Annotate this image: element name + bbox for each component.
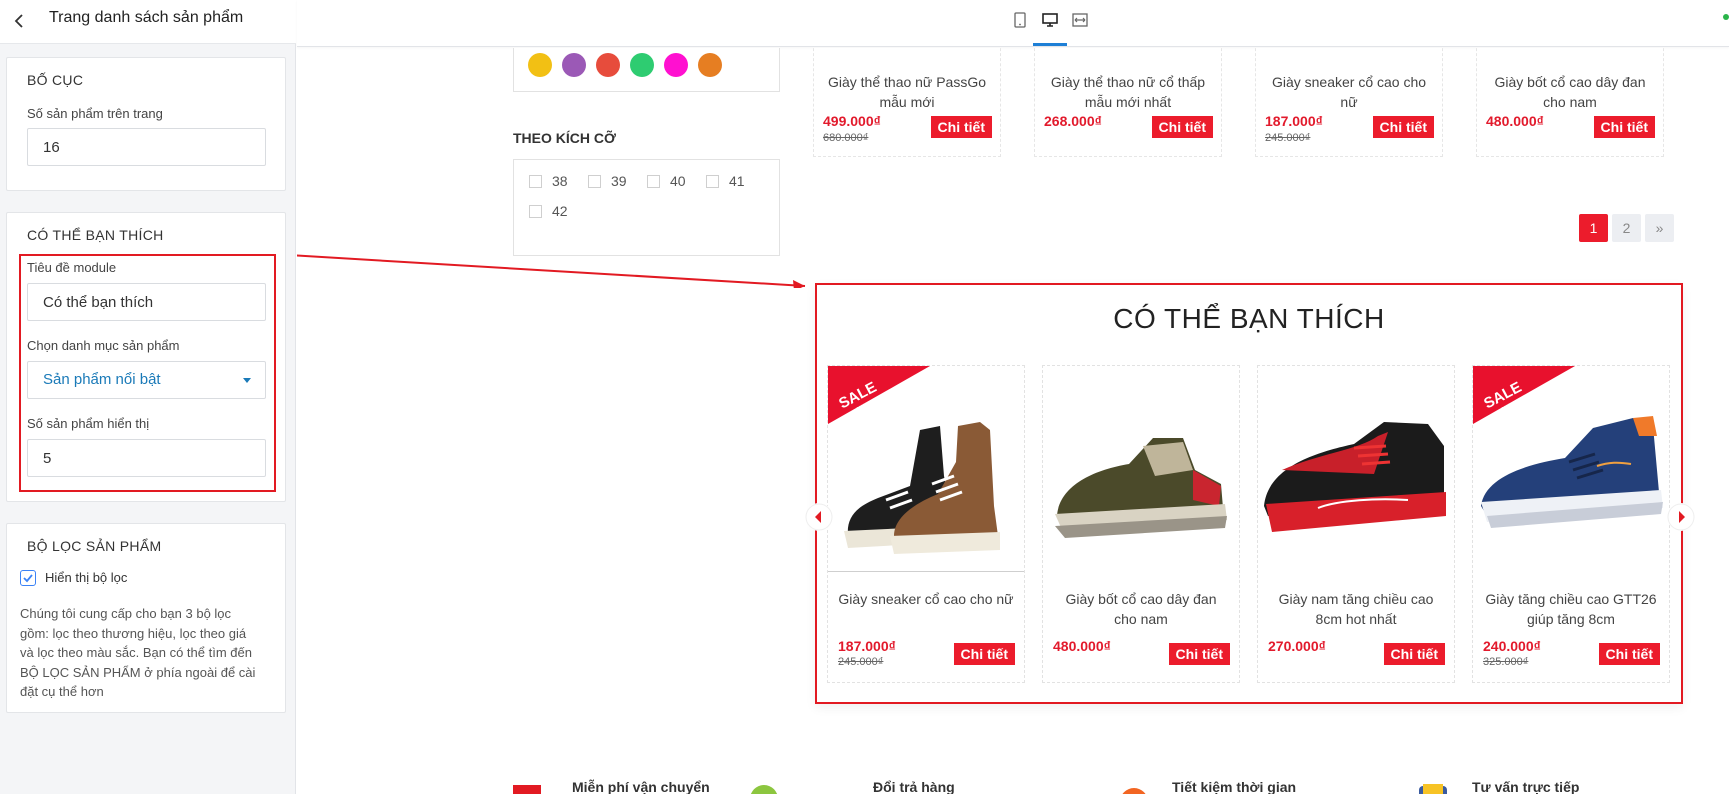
product-name[interactable]: Giày tăng chiều cao GTT26 giúp tăng 8cm <box>1473 589 1669 629</box>
filter-panel-title: BỘ LỌC SẢN PHẨM <box>27 538 162 554</box>
sidebar-title: Trang danh sách sản phẩm <box>49 9 244 26</box>
product-price: 268.000₫ <box>1044 113 1102 129</box>
product-name[interactable]: Giày thể thao nữ PassGo mẫu mới <box>814 72 1000 112</box>
product-old-price: 245.000₫ <box>838 656 884 668</box>
back-arrow-icon[interactable] <box>10 11 30 31</box>
product-price: 270.000₫ <box>1268 638 1326 654</box>
detail-button[interactable]: Chi tiết <box>953 643 1015 665</box>
may-like-product-card[interactable]: SALE ON NOW Giày sneaker cổ cao cho nữ 187.… <box>827 365 1025 683</box>
detail-button[interactable]: Chi tiết <box>1383 643 1445 665</box>
layout-panel-title: BỐ CỤC <box>27 72 84 88</box>
feature-free-shipping: Miễn phí vận chuyển <box>572 779 710 794</box>
sale-ribbon-icon: SALEON NOW <box>828 366 930 424</box>
product-name[interactable]: Giày sneaker cổ cao cho nữ <box>1256 72 1442 112</box>
product-image[interactable] <box>1258 366 1454 572</box>
next-page-button[interactable]: » <box>1645 214 1674 242</box>
layout-panel: BỐ CỤC Số sản phẩm trên trang <box>6 57 286 191</box>
product-name[interactable]: Giày bốt cổ cao dây đan cho nam <box>1477 72 1663 112</box>
product-image[interactable] <box>1043 366 1239 572</box>
product-name[interactable]: Giày bốt cổ cao dây đan cho nam <box>1043 589 1239 629</box>
page-button[interactable]: 1 <box>1579 214 1608 242</box>
detail-button[interactable]: Chi tiết <box>1151 116 1213 138</box>
preview-toolbar <box>297 0 1729 47</box>
product-old-price: 325.000₫ <box>1483 656 1529 668</box>
feature-return: Đổi trả hàng <box>873 779 955 794</box>
product-name[interactable]: Giày nam tăng chiều cao 8cm hot nhất <box>1258 589 1454 629</box>
product-name[interactable]: Giày sneaker cổ cao cho nữ <box>828 589 1024 609</box>
app-root: Trang danh sách sản phẩm BỐ CỤC Số sản p… <box>0 0 1729 794</box>
preview-canvas: THEO KÍCH CỠ 38 39 40 41 42 Giày thể thao nữ… <box>297 48 1729 794</box>
may-like-product-card[interactable]: SALE ON NOW Giày tăng chiều cao GTT26 giúp… <box>1472 365 1670 683</box>
callout-arrow <box>297 254 806 288</box>
checkmark-icon <box>23 574 33 583</box>
product-price: 187.000₫ <box>1265 113 1323 129</box>
clock-icon <box>1122 788 1146 794</box>
filter-description: Chúng tôi cung cấp cho bạn 3 bộ lọc gồm:… <box>20 606 256 699</box>
product-price: 480.000₫ <box>1053 638 1111 654</box>
sidebar-header: Trang danh sách sản phẩm <box>0 0 296 44</box>
prev-slide-arrow-icon[interactable] <box>805 503 833 531</box>
sale-ribbon-icon: SALEON NOW <box>1473 366 1575 424</box>
feature-save-time: Tiết kiệm thời gian <box>1172 779 1297 794</box>
detail-button[interactable]: Chi tiết <box>1372 116 1434 138</box>
may-like-title: CÓ THỂ BẠN THÍCH <box>1113 303 1385 334</box>
detail-button[interactable]: Chi tiết <box>1593 116 1655 138</box>
show-filter-label: Hiển thị bộ lọc <box>45 570 128 585</box>
product-price: 187.000₫ <box>838 638 896 654</box>
highlight-box-settings <box>19 254 276 492</box>
product-card[interactable]: Giày bốt cổ cao dây đan cho nam 480.000₫ C… <box>1476 48 1664 157</box>
show-filter-checkbox[interactable] <box>20 570 36 586</box>
sale-badge: SALE ON NOW <box>1473 366 1575 424</box>
may-like-panel-title: CÓ THỂ BẠN THÍCH <box>27 227 164 243</box>
may-like-module[interactable]: CÓ THỂ BẠN THÍCH SALE ON NOW Giày sneaker … <box>805 283 1695 704</box>
may-like-product-card[interactable]: Giày nam tăng chiều cao 8cm hot nhất 270.… <box>1257 365 1455 683</box>
active-view-indicator <box>1033 43 1067 46</box>
mobile-view-icon[interactable] <box>1011 11 1029 29</box>
product-card[interactable]: Giày sneaker cổ cao cho nữ 187.000₫ 245.00… <box>1255 48 1443 157</box>
product-price: 240.000₫ <box>1483 638 1541 654</box>
status-dot <box>1723 14 1729 20</box>
image-divider <box>828 571 1024 572</box>
settings-sidebar: Trang danh sách sản phẩm BỐ CỤC Số sản p… <box>0 0 296 794</box>
product-name[interactable]: Giày thể thao nữ cổ thấp mẫu mới nhất <box>1035 72 1221 112</box>
product-old-price: 245.000₫ <box>1265 132 1311 144</box>
return-icon <box>750 785 778 794</box>
products-per-page-label: Số sản phẩm trên trang <box>27 106 163 121</box>
page-button[interactable]: 2 <box>1612 214 1641 242</box>
support-icon <box>1419 784 1447 794</box>
desktop-view-icon[interactable] <box>1041 11 1059 29</box>
product-card[interactable]: Giày thể thao nữ PassGo mẫu mới 499.000₫ 6… <box>813 48 1001 157</box>
may-like-product-card[interactable]: Giày bốt cổ cao dây đan cho nam 480.000₫ C… <box>1042 365 1240 683</box>
product-card[interactable]: Giày thể thao nữ cổ thấp mẫu mới nhất 268… <box>1034 48 1222 157</box>
products-per-page-input[interactable] <box>27 128 266 166</box>
next-slide-arrow-icon[interactable] <box>1667 503 1695 531</box>
product-price: 480.000₫ <box>1486 113 1544 129</box>
detail-button[interactable]: Chi tiết <box>1598 643 1660 665</box>
detail-button[interactable]: Chi tiết <box>930 116 992 138</box>
detail-button[interactable]: Chi tiết <box>1168 643 1230 665</box>
feature-consulting: Tư vấn trực tiếp <box>1472 779 1580 794</box>
fullwidth-view-icon[interactable] <box>1071 11 1089 29</box>
sale-badge: SALE ON NOW <box>828 366 930 424</box>
shipping-icon <box>513 785 541 794</box>
